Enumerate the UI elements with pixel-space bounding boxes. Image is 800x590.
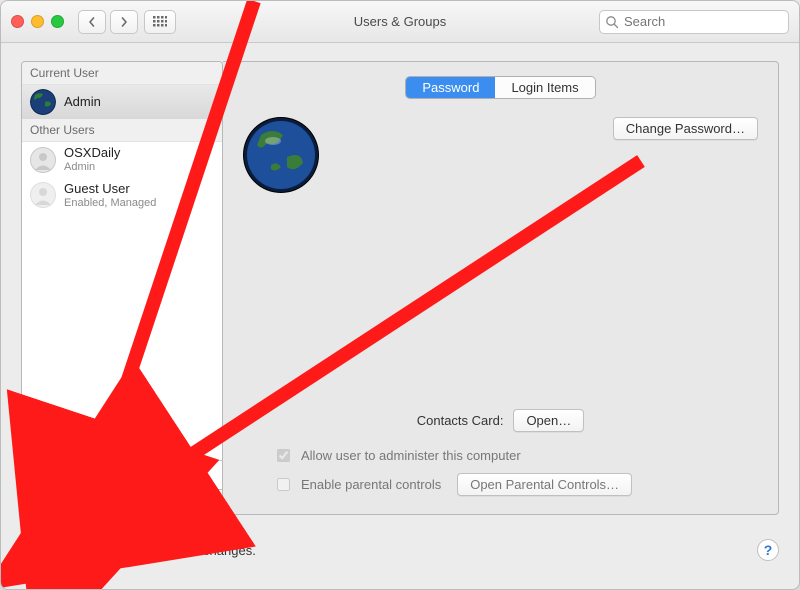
user-name: Guest User [64, 182, 156, 197]
lock-hint-text: Click the lock to make changes. [73, 543, 256, 558]
plus-icon [31, 496, 43, 508]
close-window-button[interactable] [11, 15, 24, 28]
search-icon [605, 15, 619, 29]
help-button[interactable]: ? [757, 539, 779, 561]
forward-button[interactable] [110, 10, 138, 34]
user-subtitle: Enabled, Managed [64, 197, 156, 210]
avatar-placeholder-icon [30, 147, 56, 173]
help-icon: ? [764, 542, 773, 558]
avatar-placeholder-icon [30, 182, 56, 208]
gear-dropdown-icon [144, 495, 160, 509]
window-controls [11, 15, 64, 28]
chevron-left-icon [87, 17, 97, 27]
login-options-button[interactable]: Login Options [21, 460, 223, 489]
tab-password[interactable]: Password [406, 77, 495, 98]
user-label: Guest User Enabled, Managed [64, 182, 156, 210]
chevron-right-icon [119, 17, 129, 27]
user-row-current[interactable]: Admin [22, 85, 222, 119]
annotation-highlight-box [21, 527, 63, 573]
user-name: OSXDaily [64, 146, 120, 161]
user-label: OSXDaily Admin [64, 146, 120, 174]
open-contacts-button[interactable]: Open… [513, 409, 584, 432]
user-subtitle: Admin [64, 161, 120, 174]
user-row[interactable]: Guest User Enabled, Managed [22, 178, 222, 214]
avatar-earth-icon [30, 89, 56, 115]
admin-checkbox-row: Allow user to administer this computer [273, 446, 758, 465]
section-header-other: Other Users [22, 119, 222, 142]
admin-checkbox[interactable] [277, 449, 290, 462]
user-label: Admin [64, 95, 101, 110]
titlebar: Users & Groups [1, 1, 799, 43]
minimize-window-button[interactable] [31, 15, 44, 28]
tab-bar: Password Login Items [405, 76, 595, 99]
contacts-card-label: Contacts Card: [417, 413, 504, 428]
login-options-label: Login Options [52, 468, 132, 483]
nav-group [78, 10, 138, 34]
preferences-window: Users & Groups Current User Admin [0, 0, 800, 590]
earth-icon [243, 117, 319, 193]
user-name: Admin [64, 95, 101, 110]
zoom-window-button[interactable] [51, 15, 64, 28]
sidebar-toolbar [21, 489, 223, 515]
user-list: Current User Admin Other Users [21, 61, 223, 460]
actions-menu-button[interactable] [82, 490, 222, 514]
parental-checkbox-row: Enable parental controls Open Parental C… [273, 473, 758, 496]
main-pane: Password Login Items [223, 61, 779, 515]
footer: Click the lock to make changes. ? [21, 515, 779, 577]
user-row[interactable]: OSXDaily Admin [22, 142, 222, 178]
open-parental-controls-button[interactable]: Open Parental Controls… [457, 473, 632, 496]
admin-checkbox-label: Allow user to administer this computer [301, 448, 521, 463]
change-password-button[interactable]: Change Password… [613, 117, 758, 140]
back-button[interactable] [78, 10, 106, 34]
house-icon [30, 467, 46, 483]
parental-checkbox-label: Enable parental controls [301, 477, 441, 492]
parental-checkbox[interactable] [277, 478, 290, 491]
remove-user-button[interactable] [52, 490, 82, 514]
section-header-current: Current User [22, 62, 222, 85]
tab-login-items[interactable]: Login Items [495, 77, 594, 98]
search-input[interactable] [599, 10, 789, 34]
users-sidebar: Current User Admin Other Users [21, 61, 223, 515]
show-all-button[interactable] [144, 10, 176, 34]
grid-icon [153, 16, 167, 28]
window-body: Current User Admin Other Users [1, 43, 799, 589]
user-picture[interactable] [243, 117, 319, 193]
lock-icon[interactable] [31, 536, 53, 564]
add-user-button[interactable] [22, 490, 52, 514]
minus-icon [61, 496, 73, 508]
